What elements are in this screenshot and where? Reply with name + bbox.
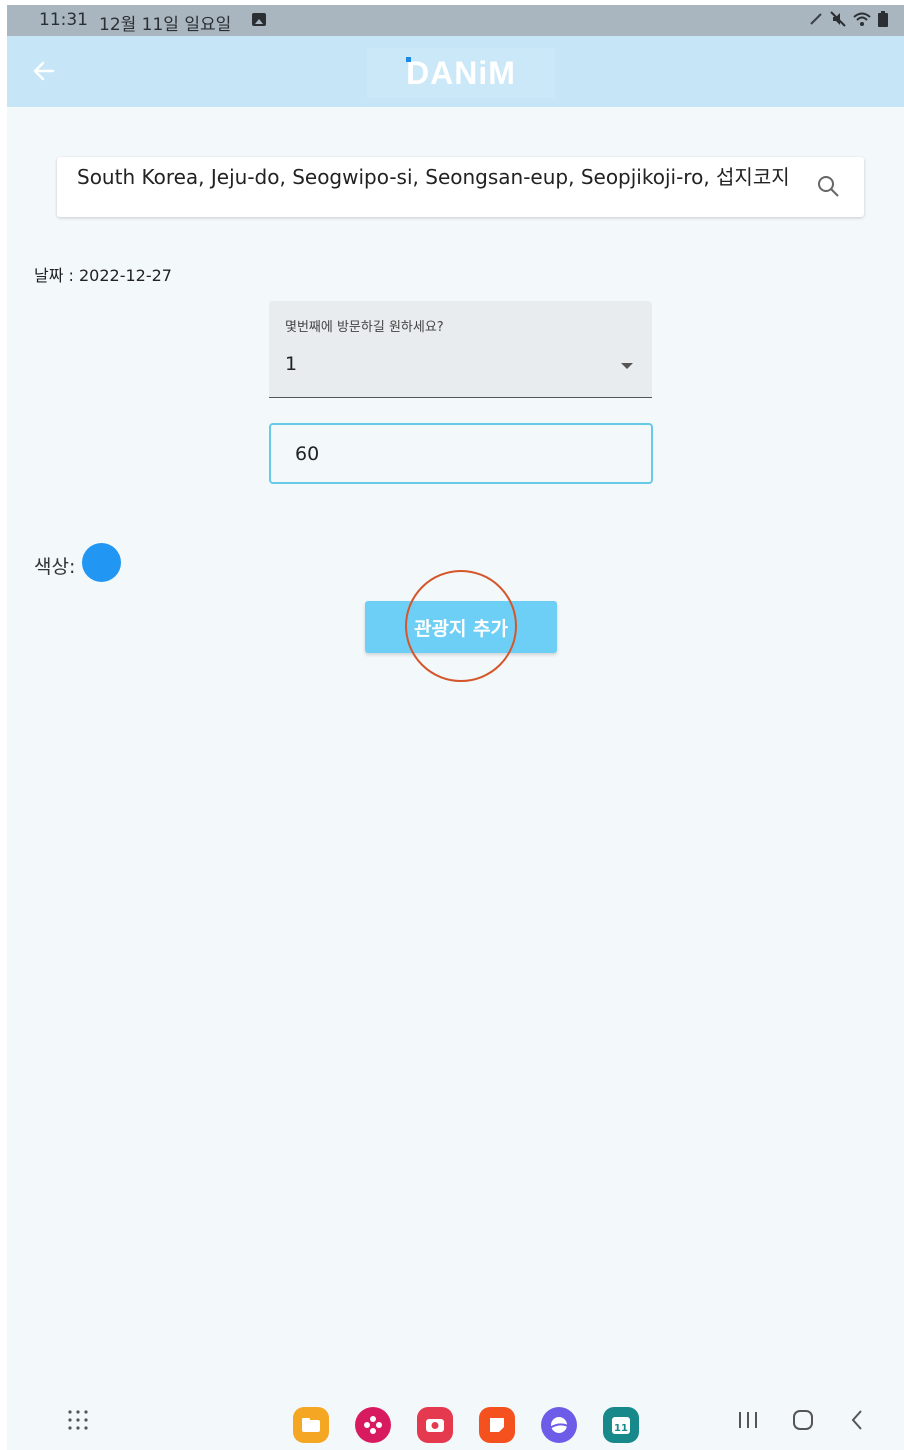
calendar-icon: 11 <box>612 1417 630 1434</box>
galaxy-store-app-icon[interactable] <box>355 1407 391 1443</box>
battery-icon <box>878 11 888 27</box>
recents-button[interactable] <box>737 1408 759 1432</box>
home-button[interactable] <box>791 1408 815 1432</box>
calendar-day: 11 <box>614 1423 628 1434</box>
search-icon[interactable] <box>816 174 840 198</box>
arrow-left-icon <box>33 61 55 81</box>
camera-icon <box>426 1419 444 1432</box>
my-files-app-icon[interactable] <box>293 1407 329 1443</box>
status-bar: 11:31 12월 11일 일요일 <box>7 5 904 36</box>
apps-grid-icon[interactable] <box>67 1409 89 1431</box>
wifi-icon <box>853 12 871 26</box>
logo-accent-dot <box>406 56 412 62</box>
status-date: 12월 11일 일요일 <box>99 15 232 35</box>
mute-icon <box>830 11 846 27</box>
nav-back-button[interactable] <box>849 1408 865 1432</box>
samsung-notes-app-icon[interactable] <box>479 1407 515 1443</box>
logo-container: DANiM <box>367 48 555 98</box>
note-icon <box>490 1418 504 1432</box>
flower-icon <box>364 1416 382 1434</box>
status-icons <box>809 11 888 27</box>
calendar-app-icon[interactable]: 11 <box>603 1407 639 1443</box>
back-button[interactable] <box>29 56 59 86</box>
duration-input-field[interactable] <box>269 423 653 484</box>
add-attraction-button[interactable]: 관광지 추가 <box>365 601 557 653</box>
camera-app-icon[interactable] <box>417 1407 453 1443</box>
samsung-internet-app-icon[interactable] <box>541 1407 577 1443</box>
status-time: 11:31 <box>39 10 88 30</box>
gallery-notification-icon <box>252 13 266 26</box>
visit-order-label: 몇번째에 방문하길 원하세요? <box>285 320 444 335</box>
app-screen: 11:31 12월 11일 일요일 DANiM South Korea, Jej… <box>7 5 904 1450</box>
app-logo: DANiM <box>406 55 516 92</box>
pen-icon <box>810 13 822 25</box>
planet-icon <box>549 1417 569 1433</box>
dropdown-arrow-icon <box>621 363 633 369</box>
date-text: 날짜 : 2022-12-27 <box>34 266 172 285</box>
visit-order-value: 1 <box>285 353 298 375</box>
app-bar: DANiM <box>7 36 904 107</box>
folder-icon <box>302 1418 320 1432</box>
navigation-bar: 11 <box>7 1398 904 1450</box>
app-logo-text: DANiM <box>406 54 516 91</box>
color-label: 색상: <box>34 556 76 578</box>
search-box[interactable]: South Korea, Jeju-do, Seogwipo-si, Seong… <box>57 157 864 217</box>
duration-input[interactable] <box>271 425 651 482</box>
visit-order-select[interactable]: 몇번째에 방문하길 원하세요? 1 <box>269 301 652 398</box>
search-input[interactable]: South Korea, Jeju-do, Seogwipo-si, Seong… <box>77 165 792 189</box>
color-swatch[interactable] <box>82 543 121 582</box>
